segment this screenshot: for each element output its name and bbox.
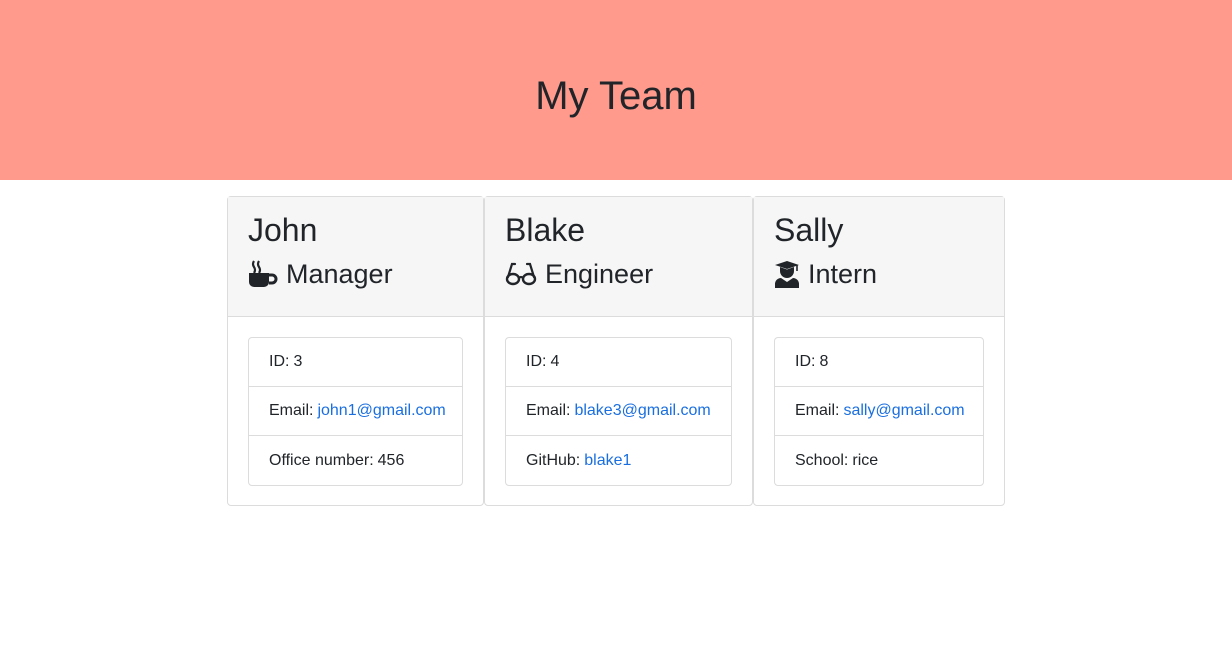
email-link[interactable]: sally@gmail.com	[843, 402, 964, 420]
id-label: ID:	[526, 353, 547, 370]
office-number-value: 456	[377, 451, 405, 469]
employee-card-engineer: Blake Engineer ID: 4 Email: blake3@gmail…	[484, 196, 753, 506]
id-value: 4	[550, 353, 560, 370]
email-label: Email:	[526, 402, 571, 419]
card-body: ID: 8 Email: sally@gmail.com School: ric…	[754, 317, 1004, 506]
employee-role: Engineer	[505, 257, 732, 291]
team-cards: John Manager ID: 3 Email: john1@gmail.co…	[227, 196, 1005, 506]
email-link[interactable]: john1@gmail.com	[317, 402, 445, 420]
card-header: Blake Engineer	[485, 197, 752, 317]
graduate-icon	[774, 260, 800, 288]
id-label: ID:	[269, 353, 290, 370]
employee-role-label: Engineer	[545, 259, 654, 289]
id-value: 3	[293, 353, 303, 370]
employee-card-manager: John Manager ID: 3 Email: john1@gmail.co…	[227, 196, 484, 506]
email-label: Email:	[795, 402, 840, 419]
coffee-mug-icon	[248, 260, 278, 288]
page-title: My Team	[535, 73, 697, 118]
card-header: Sally Intern	[754, 197, 1004, 317]
employee-details: ID: 8 Email: sally@gmail.com School: ric…	[774, 337, 984, 486]
github-label: GitHub:	[526, 451, 581, 469]
employee-id: ID: 3	[249, 338, 462, 387]
employee-details: ID: 4 Email: blake3@gmail.com GitHub: bl…	[505, 337, 732, 486]
employee-name: Blake	[505, 212, 586, 248]
email-label: Email:	[269, 402, 314, 419]
school-value: rice	[852, 451, 879, 469]
employee-id: ID: 4	[506, 338, 731, 387]
id-label: ID:	[795, 353, 816, 370]
employee-details: ID: 3 Email: john1@gmail.com Office numb…	[248, 337, 463, 486]
id-value: 8	[819, 353, 829, 370]
employee-email: Email: john1@gmail.com	[249, 387, 462, 436]
employee-role: Intern	[774, 257, 984, 291]
employee-card-intern: Sally Intern ID: 8 Email: sally@gmail.co…	[753, 196, 1005, 506]
glasses-icon	[505, 261, 537, 287]
github-link[interactable]: blake1	[584, 452, 631, 470]
employee-role: Manager	[248, 257, 463, 291]
employee-role-label: Intern	[808, 259, 878, 289]
employee-email: Email: sally@gmail.com	[775, 387, 983, 436]
employee-name: John	[248, 212, 318, 248]
employee-role-label: Manager	[286, 259, 393, 289]
card-header: John Manager	[228, 197, 483, 317]
github: GitHub: blake1	[506, 436, 731, 485]
school: School: rice	[775, 436, 983, 485]
employee-name: Sally	[774, 212, 844, 248]
school-label: School:	[795, 451, 849, 469]
card-body: ID: 3 Email: john1@gmail.com Office numb…	[228, 317, 483, 506]
email-link[interactable]: blake3@gmail.com	[574, 402, 710, 420]
office-number-label: Office number:	[269, 451, 374, 469]
team-header: My Team	[0, 0, 1232, 180]
employee-id: ID: 8	[775, 338, 983, 387]
employee-email: Email: blake3@gmail.com	[506, 387, 731, 436]
office-number: Office number: 456	[249, 436, 462, 485]
card-body: ID: 4 Email: blake3@gmail.com GitHub: bl…	[485, 317, 752, 506]
